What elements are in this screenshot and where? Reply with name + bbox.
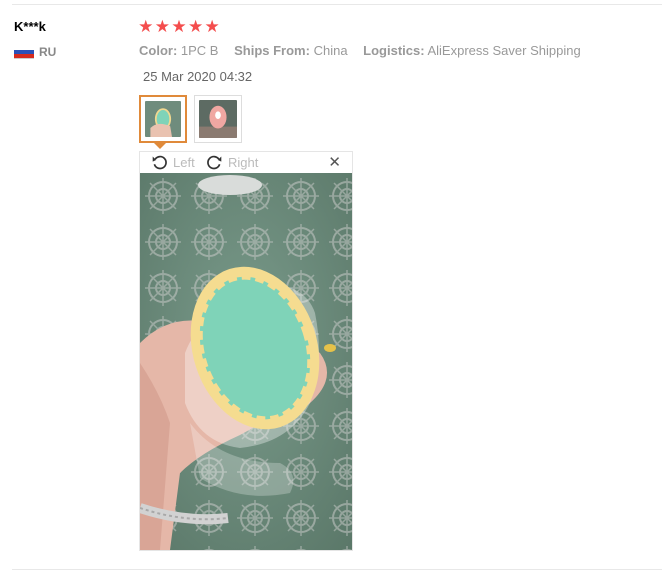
bottom-divider — [12, 569, 662, 570]
attr-value-ships-from: China — [313, 43, 348, 58]
order-attributes: Color: 1PC B Ships From: China Logistics… — [139, 43, 581, 58]
top-divider — [12, 4, 662, 5]
country-code: RU — [39, 45, 57, 59]
star-icon: ★ — [204, 17, 220, 36]
rotate-right-icon — [207, 155, 222, 170]
rotate-right-button[interactable]: Right — [206, 154, 258, 171]
rotate-left-icon — [152, 155, 167, 170]
star-icon: ★ — [138, 17, 154, 36]
rotate-left-label: Left — [173, 155, 195, 170]
attr-key-color: Color: — [139, 43, 178, 58]
close-icon[interactable]: ✕ — [328, 155, 341, 170]
attr-key-logistics: Logistics: — [363, 43, 425, 58]
photo-viewer: Left Right ✕ — [139, 151, 353, 551]
attr-key-ships-from: Ships From: — [234, 43, 310, 58]
russia-flag-icon — [14, 45, 34, 59]
review-date: 25 Mar 2020 04:32 — [143, 69, 253, 84]
star-icon: ★ — [171, 17, 187, 36]
star-rating: ★ ★ ★ ★ ★ — [138, 17, 220, 37]
review-photo-thumbnail-2[interactable] — [194, 95, 242, 143]
thumbnail-image — [199, 100, 237, 138]
reviewer-country: RU — [14, 45, 56, 59]
attr-value-color: 1PC B — [180, 43, 219, 58]
reviewer-name: K***k — [14, 19, 46, 34]
rotate-right-label: Right — [228, 155, 259, 170]
selected-thumbnail-pointer — [154, 143, 166, 149]
rotate-left-button[interactable]: Left — [151, 154, 195, 171]
viewer-toolbar: Left Right ✕ — [140, 152, 352, 173]
review-photo-thumbnail-1[interactable] — [139, 95, 187, 143]
star-icon: ★ — [187, 17, 204, 36]
attr-value-logistics: AliExpress Saver Shipping — [427, 43, 581, 58]
thumbnail-image — [145, 101, 181, 137]
review-photo-large — [140, 173, 352, 550]
star-icon: ★ — [154, 17, 171, 36]
